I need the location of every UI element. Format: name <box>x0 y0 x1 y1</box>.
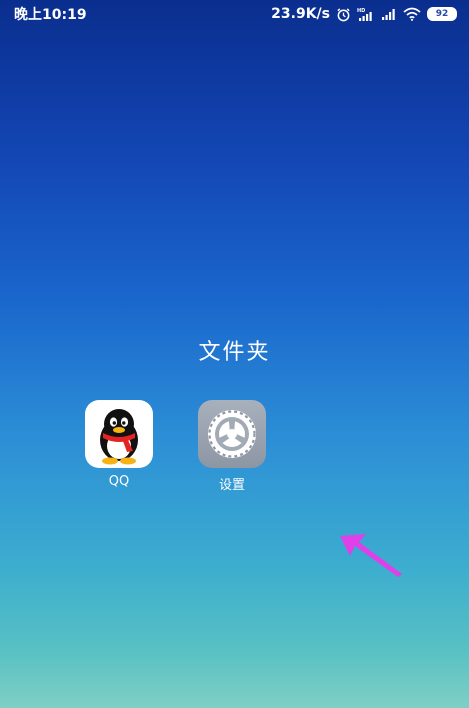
app-label-qq: QQ <box>108 474 130 489</box>
svg-text:HD: HD <box>357 8 365 14</box>
battery-level: 92 <box>435 8 449 19</box>
settings-gear-icon[interactable] <box>198 400 266 468</box>
status-time: 晚上10:19 <box>14 7 87 23</box>
status-icons: 23.9K/s HD 92 <box>271 6 457 22</box>
qq-penguin-icon[interactable] <box>85 400 153 468</box>
folder-title[interactable]: 文件夹 <box>0 334 469 366</box>
app-label-settings: 设置 <box>218 478 245 493</box>
signal-icon <box>381 7 397 21</box>
wifi-icon <box>403 7 421 21</box>
pointer-arrow-icon <box>340 534 402 577</box>
status-bar: 晚上10:19 23.9K/s HD 92 <box>0 0 469 28</box>
hd-signal-icon: HD <box>357 7 375 22</box>
app-qq[interactable]: QQ <box>79 400 159 489</box>
app-settings[interactable]: 设置 <box>192 400 272 493</box>
alarm-clock-icon <box>336 7 351 22</box>
network-speed: 23.9K/s <box>271 6 330 22</box>
battery-icon: 92 <box>427 7 457 21</box>
